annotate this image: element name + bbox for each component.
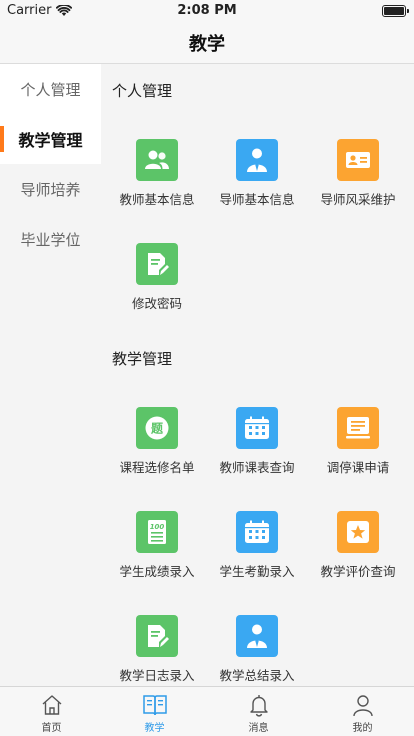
edit-document-icon <box>136 243 178 285</box>
status-time: 2:08 PM <box>177 3 237 18</box>
tile-course-roster[interactable]: 题 课程选修名单 <box>107 407 207 497</box>
svg-text:100: 100 <box>150 523 165 531</box>
tile-teaching-summary[interactable]: 教学总结录入 <box>207 615 307 686</box>
calendar-icon <box>236 511 278 553</box>
book-icon <box>103 693 206 717</box>
function-grid: 个人管理 教师基本信息 导师基本信息 导师风采维护 修改密码 教学管理 题 课程… <box>101 64 414 686</box>
tile-label: 修改密码 <box>131 296 182 311</box>
tile-label: 课程选修名单 <box>119 460 195 475</box>
battery-icon <box>382 5 409 17</box>
person-tie-icon <box>236 615 278 657</box>
tile-label: 教师基本信息 <box>119 192 195 207</box>
tile-label: 导师风采维护 <box>320 192 396 207</box>
status-bar: Carrier 2:08 PM <box>0 0 414 22</box>
tab-profile[interactable]: 我的 <box>311 687 414 736</box>
sidebar-item-label: 教学管理 <box>18 131 83 150</box>
bell-icon <box>207 693 310 717</box>
question-badge-icon: 题 <box>136 407 178 449</box>
users-icon <box>136 139 178 181</box>
tile-teacher-info[interactable]: 教师基本信息 <box>107 139 207 229</box>
tile-mentor-profile[interactable]: 导师风采维护 <box>308 139 408 229</box>
star-icon <box>337 511 379 553</box>
tile-change-password[interactable]: 修改密码 <box>107 243 207 333</box>
sidebar-item-mentor[interactable]: 导师培养 <box>0 164 101 214</box>
home-icon <box>0 693 103 717</box>
tile-label: 学生成绩录入 <box>119 564 195 579</box>
navigation-bar: 教学 <box>0 22 414 64</box>
tile-label: 学生考勤录入 <box>219 564 295 579</box>
tile-label: 教学总结录入 <box>219 668 295 683</box>
section-title-personal: 个人管理 <box>112 82 173 100</box>
tab-label: 首页 <box>41 723 62 734</box>
active-indicator <box>0 126 4 152</box>
sidebar-item-teaching[interactable]: 教学管理 <box>0 114 101 164</box>
tile-label: 教学日志录入 <box>119 668 195 683</box>
person-tie-icon <box>236 139 278 181</box>
sidebar-item-personal[interactable]: 个人管理 <box>0 64 101 114</box>
tile-teaching-log[interactable]: 教学日志录入 <box>107 615 207 686</box>
tile-teacher-schedule[interactable]: 教师课表查询 <box>207 407 307 497</box>
category-sidebar: 个人管理 教学管理 导师培养 毕业学位 <box>0 64 101 686</box>
score-sheet-icon: 100 <box>136 511 178 553</box>
tab-teaching[interactable]: 教学 <box>103 687 206 736</box>
tab-label: 我的 <box>352 723 373 734</box>
tab-home[interactable]: 首页 <box>0 687 103 736</box>
tile-label: 调停课申请 <box>326 460 390 475</box>
id-card-icon <box>337 139 379 181</box>
page-title: 教学 <box>189 34 225 55</box>
tile-class-adjust[interactable]: 调停课申请 <box>308 407 408 497</box>
tile-label: 教学评价查询 <box>320 564 396 579</box>
sidebar-item-label: 个人管理 <box>20 80 81 99</box>
svg-text:题: 题 <box>151 422 164 436</box>
edit-document-icon <box>136 615 178 657</box>
tab-label: 消息 <box>248 723 269 734</box>
user-icon <box>311 693 414 717</box>
tile-grade-entry[interactable]: 100 学生成绩录入 <box>107 511 207 601</box>
sidebar-item-label: 导师培养 <box>20 180 81 199</box>
sidebar-item-graduation[interactable]: 毕业学位 <box>0 214 101 264</box>
tile-mentor-info[interactable]: 导师基本信息 <box>207 139 307 229</box>
monitor-form-icon <box>337 407 379 449</box>
tab-label: 教学 <box>144 723 165 734</box>
section-title-teaching: 教学管理 <box>112 350 173 368</box>
sidebar-item-label: 毕业学位 <box>20 230 81 249</box>
tile-teaching-evaluation[interactable]: 教学评价查询 <box>308 511 408 601</box>
tab-messages[interactable]: 消息 <box>207 687 310 736</box>
tab-bar: 首页 教学 消息 我的 <box>0 686 414 736</box>
tile-label: 教师课表查询 <box>219 460 295 475</box>
calendar-icon <box>236 407 278 449</box>
tile-attendance-entry[interactable]: 学生考勤录入 <box>207 511 307 601</box>
tile-label: 导师基本信息 <box>219 192 295 207</box>
